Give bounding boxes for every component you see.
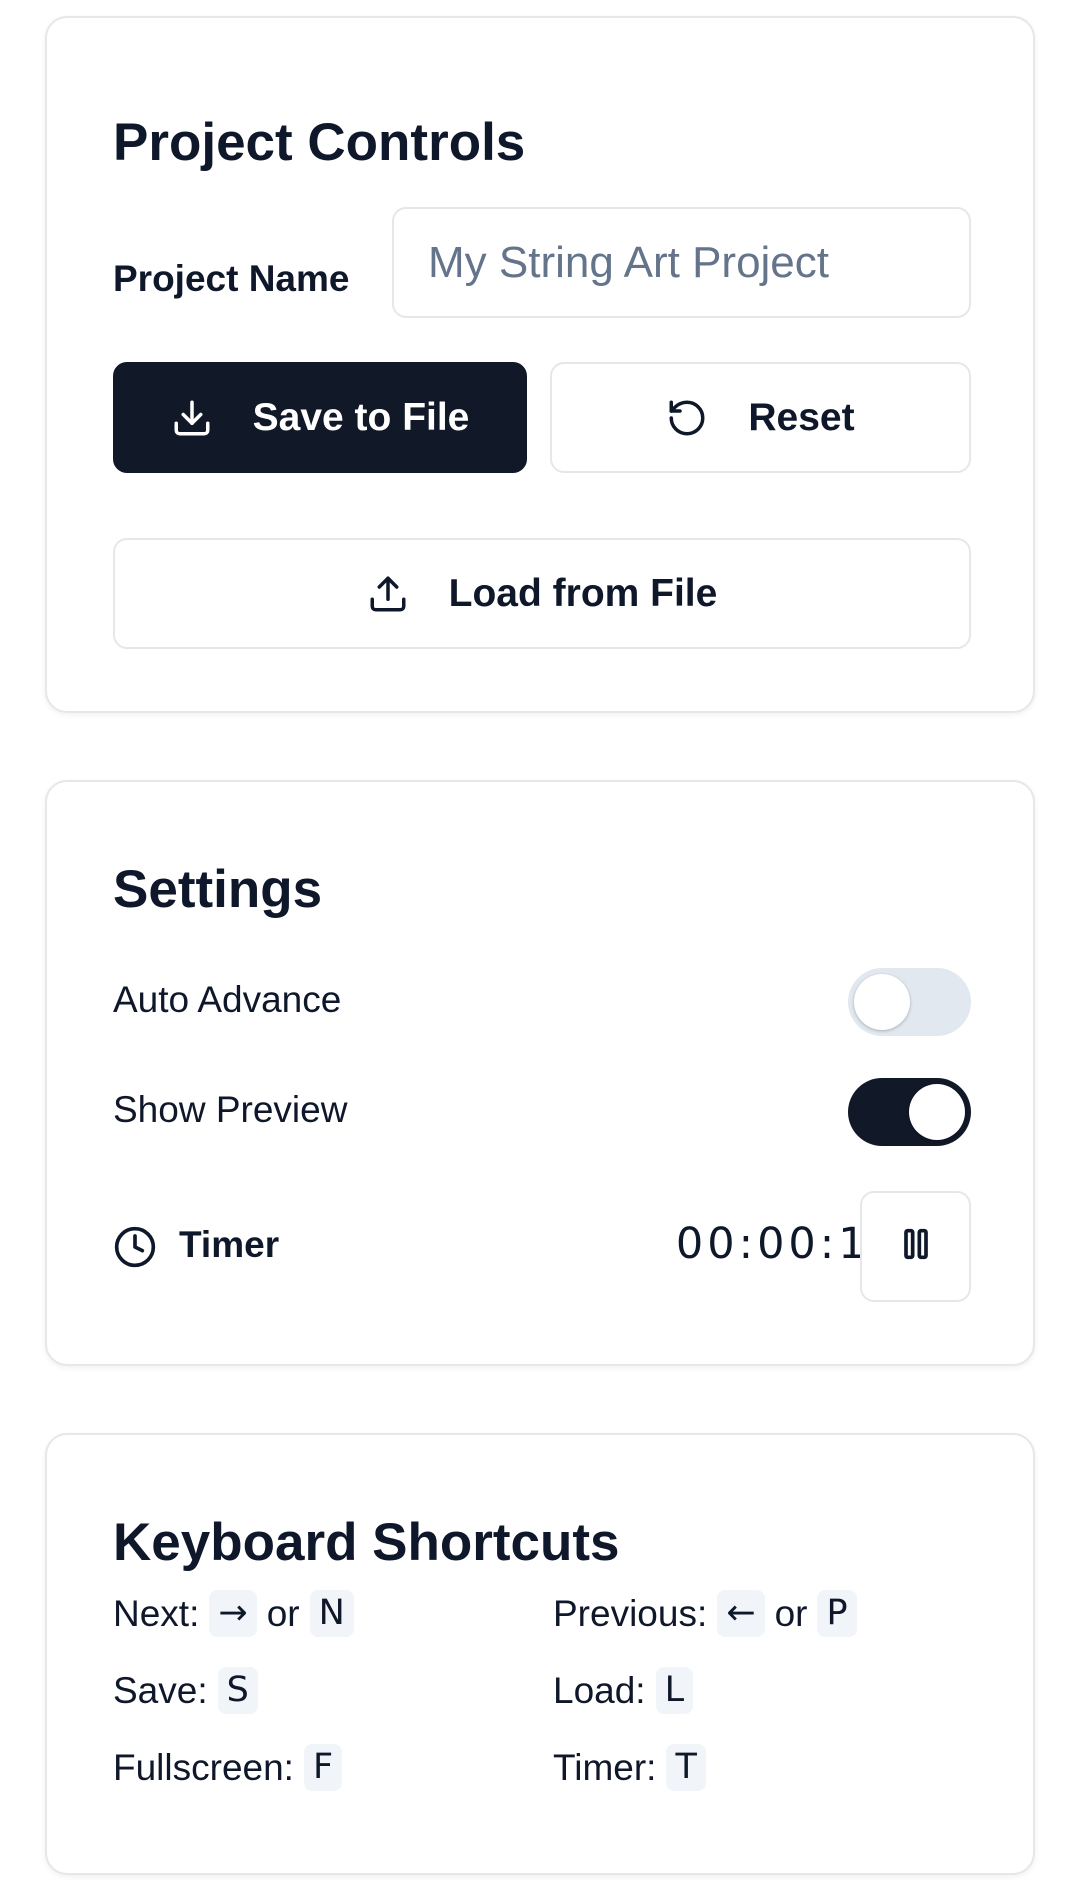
key-badge: F [303,1744,343,1791]
load-from-file-button[interactable]: Load from File [113,538,971,649]
key-badge: P [817,1590,857,1637]
show-preview-label: Show Preview [113,1089,348,1130]
reset-label: Reset [748,395,855,439]
project-controls-title: Project Controls [113,113,526,172]
settings-card: Settings Auto Advance Show Preview Timer… [45,780,1035,1366]
shortcut-label: Load: [553,1670,646,1711]
save-to-file-button[interactable]: Save to File [113,362,527,473]
clock-icon [113,1225,157,1274]
load-from-file-label: Load from File [448,571,718,615]
shortcut-previous: Previous: ← or P [553,1590,857,1637]
save-to-file-label: Save to File [252,395,470,439]
auto-advance-label: Auto Advance [113,979,342,1020]
pause-icon [896,1224,936,1269]
reset-button[interactable]: Reset [550,362,971,473]
shortcut-label: Timer: [553,1747,657,1788]
shortcut-fullscreen: Fullscreen: F [113,1744,343,1791]
key-badge: S [217,1667,258,1714]
timer-label: Timer [179,1224,280,1265]
project-name-label: Project Name [113,258,350,299]
settings-title: Settings [113,860,323,919]
auto-advance-toggle[interactable] [848,968,971,1036]
shortcut-joiner: or [774,1593,808,1634]
show-preview-toggle[interactable] [848,1078,971,1146]
shortcut-label: Previous: [553,1593,708,1634]
shortcut-save: Save: S [113,1667,258,1714]
shortcut-load: Load: L [553,1667,694,1714]
key-badge: T [666,1744,706,1791]
key-badge: N [309,1590,354,1637]
pause-timer-button[interactable] [860,1191,971,1302]
shortcut-timer: Timer: T [553,1744,706,1791]
shortcut-label: Fullscreen: [113,1747,294,1788]
project-controls-card: Project Controls Project Name Save to Fi… [45,16,1035,713]
shortcut-label: Save: [113,1670,208,1711]
toggle-knob [909,1084,965,1140]
keyboard-shortcuts-title: Keyboard Shortcuts [113,1513,620,1572]
rotate-ccw-icon [666,397,708,439]
shortcut-label: Next: [113,1593,200,1634]
download-icon [171,397,213,439]
shortcut-next: Next: → or N [113,1590,354,1637]
project-name-input[interactable] [392,207,971,318]
upload-icon [367,573,409,615]
key-badge: → [209,1590,257,1637]
key-badge: L [655,1667,694,1714]
shortcut-joiner: or [266,1593,300,1634]
keyboard-shortcuts-card: Keyboard Shortcuts Next: → or N Previous… [45,1433,1035,1875]
toggle-knob [854,974,910,1030]
key-badge: ← [717,1590,765,1637]
